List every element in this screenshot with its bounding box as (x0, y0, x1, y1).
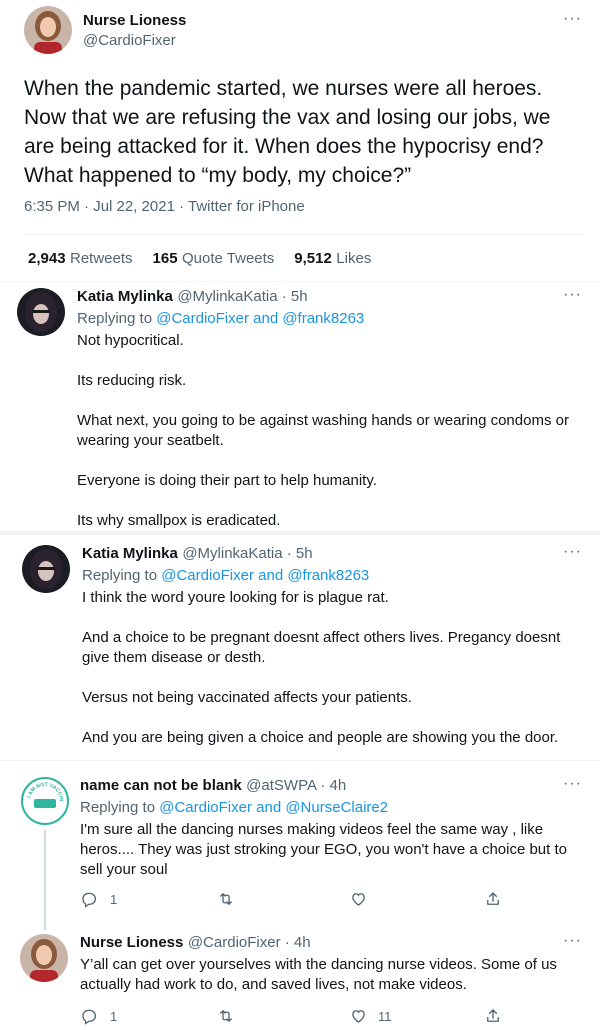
separator (0, 531, 600, 535)
likes-label: Likes (336, 250, 372, 267)
likes-stat[interactable]: 9,512 Likes (294, 250, 371, 268)
like-count: 11 (378, 1008, 392, 1024)
main-tweet-handle[interactable]: @CardioFixer (83, 32, 176, 49)
reply-1-replying-to: Replying to @CardioFixer and @frank8263 (77, 310, 364, 327)
main-tweet-display-name[interactable]: Nurse Lioness (83, 12, 186, 29)
paragraph: Y’all can get over yourselves with the d… (80, 956, 557, 993)
reply-3-body: I'm sure all the dancing nurses making v… (80, 820, 592, 880)
reply-3-display-name[interactable]: name can not be blank (80, 777, 242, 794)
paragraph: What next, you going to be against washi… (77, 412, 569, 449)
paragraph: Its why smallpox is eradicated. (77, 512, 281, 529)
reply-2-handle-time[interactable]: @MylinkaKatia · 5h (182, 545, 312, 562)
reply-1-display-name[interactable]: Katia Mylinka (77, 288, 173, 305)
main-tweet-stats: 2,943 Retweets 165 Quote Tweets 9,512 Li… (28, 250, 371, 268)
divider (0, 760, 600, 761)
reply-3-handle-time[interactable]: @atSWPA · 4h (246, 777, 346, 794)
reply-button[interactable]: 1 (80, 1007, 117, 1025)
main-tweet-timestamp[interactable]: 6:35 PM · Jul 22, 2021 · Twitter for iPh… (24, 198, 305, 215)
reply-2-body: I think the word youre looking for is pl… (82, 588, 587, 748)
divider (0, 281, 600, 282)
reply-3-avatar[interactable]: I AM NOT VACCINATED (21, 777, 69, 825)
reply-4-more-icon[interactable]: ··· (563, 933, 582, 949)
paragraph: And you are being given a choice and peo… (82, 729, 559, 746)
reply-2-display-name[interactable]: Katia Mylinka (82, 545, 178, 562)
replying-to-link[interactable]: @CardioFixer and @NurseClaire2 (159, 799, 388, 816)
retweet-button[interactable] (216, 890, 244, 908)
reply-3-header: name can not be blank @atSWPA · 4h (80, 777, 346, 795)
retweets-stat[interactable]: 2,943 Retweets (28, 250, 133, 268)
reply-1-more-icon[interactable]: ··· (563, 287, 582, 303)
reply-1-handle-time[interactable]: @MylinkaKatia · 5h (177, 288, 307, 305)
quote-tweets-label: Quote Tweets (182, 250, 275, 267)
reply-button[interactable]: 1 (80, 890, 117, 908)
reply-1-body: Not hypocritical. Its reducing risk. Wha… (77, 331, 587, 531)
like-icon (352, 893, 365, 906)
retweet-icon (220, 893, 232, 905)
reply-2-replying-to: Replying to @CardioFixer and @frank8263 (82, 567, 369, 584)
reply-4-display-name[interactable]: Nurse Lioness (80, 934, 183, 951)
paragraph: I think the word youre looking for is pl… (82, 589, 389, 606)
reply-count: 1 (110, 891, 118, 907)
share-button[interactable] (484, 1007, 502, 1025)
reply-3-actions: 1 (80, 890, 505, 910)
quote-tweets-count: 165 (152, 250, 178, 267)
replying-prefix: Replying to (77, 310, 153, 327)
reply-3-replying-to: Replying to @CardioFixer and @NurseClair… (80, 799, 388, 816)
retweets-label: Retweets (70, 250, 133, 267)
reply-2-avatar[interactable] (22, 545, 70, 593)
like-icon (352, 1010, 365, 1023)
reply-1-avatar[interactable] (17, 288, 65, 336)
paragraph: I'm sure all the dancing nurses making v… (80, 821, 567, 878)
main-tweet-more-icon[interactable]: ··· (563, 11, 582, 27)
reply-4-header: Nurse Lioness @CardioFixer · 4h (80, 934, 311, 952)
reply-1-header: Katia Mylinka @MylinkaKatia · 5h (77, 288, 308, 306)
reply-4-body: Y’all can get over yourselves with the d… (80, 955, 592, 995)
divider (24, 234, 584, 235)
reply-4-actions: 1 11 (80, 1007, 505, 1027)
replying-to-link[interactable]: @CardioFixer and @frank8263 (161, 567, 369, 584)
share-icon (487, 892, 499, 905)
share-icon (487, 1009, 499, 1022)
replying-prefix: Replying to (82, 567, 158, 584)
like-button[interactable]: 11 (349, 1007, 392, 1025)
main-tweet-text: When the pandemic started, we nurses wer… (24, 77, 551, 187)
paragraph: Versus not being vaccinated affects your… (82, 689, 412, 706)
quote-tweets-stat[interactable]: 165 Quote Tweets (153, 250, 275, 268)
paragraph: And a choice to be pregnant doesnt affec… (82, 629, 561, 666)
likes-count: 9,512 (294, 250, 332, 267)
retweets-count: 2,943 (28, 250, 66, 267)
share-button[interactable] (484, 890, 502, 908)
reply-2-header: Katia Mylinka @MylinkaKatia · 5h (82, 545, 313, 563)
reply-4-avatar[interactable] (20, 934, 68, 982)
main-tweet-avatar[interactable] (24, 6, 72, 54)
reply-4-handle-time[interactable]: @CardioFixer · 4h (188, 934, 311, 951)
reply-count: 1 (110, 1008, 118, 1024)
paragraph: Its reducing risk. (77, 372, 187, 389)
replying-prefix: Replying to (80, 799, 156, 816)
like-button[interactable] (349, 890, 376, 908)
reply-icon (82, 892, 97, 908)
thread-line (44, 830, 46, 930)
reply-icon (82, 1009, 97, 1025)
replying-to-link[interactable]: @CardioFixer and @frank8263 (156, 310, 364, 327)
retweet-button[interactable] (216, 1007, 244, 1025)
paragraph: Not hypocritical. (77, 332, 184, 349)
paragraph: Everyone is doing their part to help hum… (77, 472, 377, 489)
reply-2-more-icon[interactable]: ··· (563, 544, 582, 560)
reply-3-more-icon[interactable]: ··· (563, 776, 582, 792)
retweet-icon (220, 1010, 232, 1022)
